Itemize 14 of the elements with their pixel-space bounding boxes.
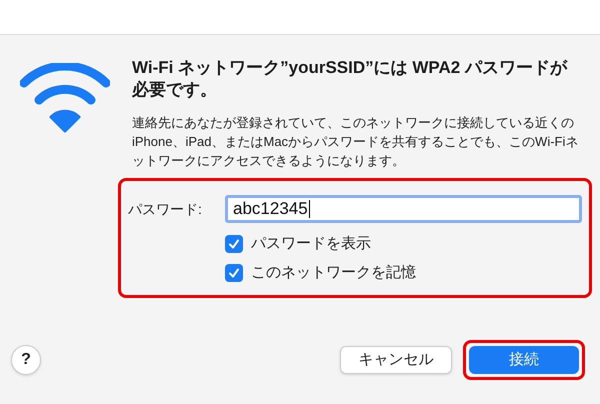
password-field[interactable]: abc12345 xyxy=(225,195,582,223)
connect-button[interactable]: 接続 xyxy=(469,346,579,374)
help-button[interactable]: ? xyxy=(11,345,41,375)
cancel-button[interactable]: キャンセル xyxy=(340,346,452,374)
checkbox[interactable] xyxy=(225,264,243,282)
dialog-message: 連絡先にあなたが登録されていて、このネットワークに接続している近くのiPhone、iPad、またはMacからパスワードを共有することでも、このWi-Fiネットワークにアクセスできるようになります。 xyxy=(132,114,580,170)
checkmark-icon xyxy=(228,266,240,279)
checkbox[interactable] xyxy=(225,235,243,254)
wifi-icon xyxy=(20,63,110,133)
checkbox-label: このネットワークを記憶 xyxy=(251,262,416,282)
password-label: パスワード: xyxy=(128,200,203,218)
dialog-title: Wi-Fi ネットワーク”yourSSID”には WPA2 パスワードが必要です。 xyxy=(132,57,568,101)
checkbox-label: パスワードを表示 xyxy=(251,234,371,254)
checkmark-icon xyxy=(228,238,240,250)
